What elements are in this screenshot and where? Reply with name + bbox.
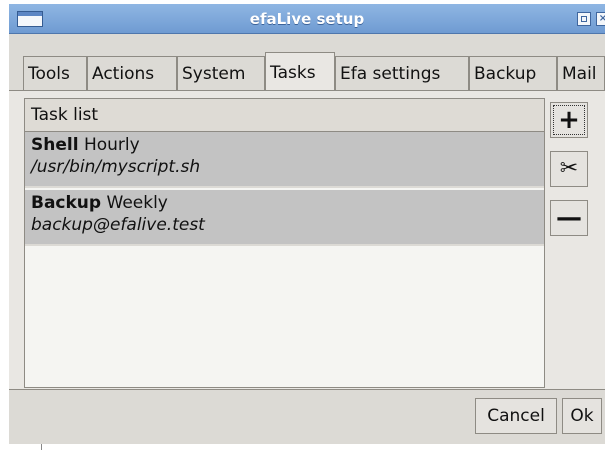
edit-task-button[interactable]: ✂ bbox=[550, 151, 588, 187]
window-title: efaLive setup bbox=[249, 10, 365, 28]
tab-efa-settings[interactable]: Efa settings bbox=[335, 56, 469, 90]
task-detail: backup@efalive.test bbox=[31, 215, 205, 235]
tab-mail[interactable]: Mail bbox=[557, 56, 605, 90]
tab-actions[interactable]: Actions bbox=[87, 56, 177, 90]
task-list[interactable]: Task list Shell Hourly /usr/bin/myscript… bbox=[24, 98, 545, 388]
setup-window: efaLive setup × Tools Actions System Tas… bbox=[9, 4, 605, 450]
cancel-button[interactable]: Cancel bbox=[475, 398, 557, 434]
minus-icon: — bbox=[556, 203, 582, 233]
tab-system[interactable]: System bbox=[177, 56, 265, 90]
close-icon[interactable]: × bbox=[596, 12, 605, 26]
task-row[interactable]: Backup Weekly backup@efalive.test bbox=[25, 190, 544, 246]
task-detail: /usr/bin/myscript.sh bbox=[31, 157, 201, 177]
tasks-panel: Task list Shell Hourly /usr/bin/myscript… bbox=[9, 90, 605, 390]
tab-tasks[interactable]: Tasks bbox=[265, 52, 335, 90]
ok-button[interactable]: Ok bbox=[562, 398, 602, 434]
task-row[interactable]: Shell Hourly /usr/bin/myscript.sh bbox=[25, 132, 544, 188]
plus-icon: + bbox=[558, 105, 580, 135]
task-interval: Weekly bbox=[106, 193, 168, 213]
window-bottom-edge bbox=[9, 444, 605, 450]
task-name: Shell bbox=[31, 135, 79, 155]
tools-icon: ✂ bbox=[559, 156, 579, 181]
maximize-icon[interactable] bbox=[577, 12, 591, 26]
task-list-header[interactable]: Task list bbox=[25, 99, 544, 132]
task-interval: Hourly bbox=[83, 135, 140, 155]
tab-backup[interactable]: Backup bbox=[469, 56, 557, 90]
tab-bar: Tools Actions System Tasks Efa settings … bbox=[9, 52, 605, 90]
title-bar[interactable]: efaLive setup × bbox=[9, 4, 605, 34]
add-task-button[interactable]: + bbox=[550, 102, 588, 138]
tab-tools[interactable]: Tools bbox=[23, 56, 87, 90]
remove-task-button[interactable]: — bbox=[550, 200, 588, 236]
task-name: Backup bbox=[31, 193, 102, 213]
